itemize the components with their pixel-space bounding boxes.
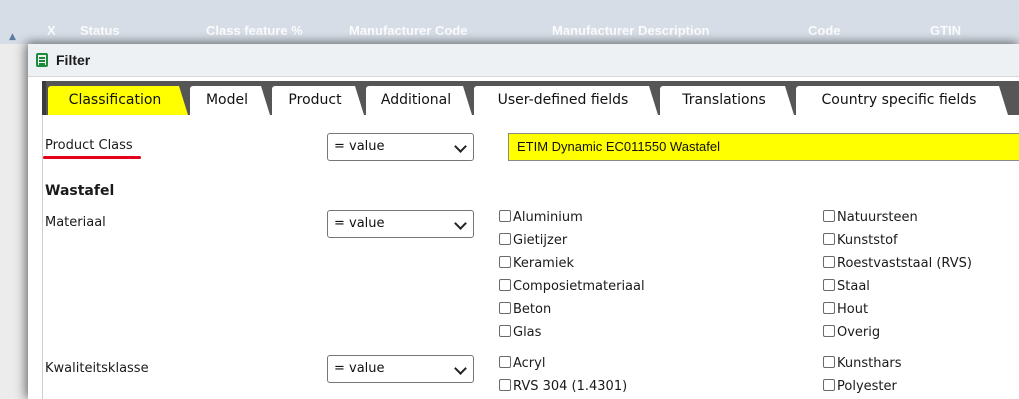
product-class-underline xyxy=(43,156,141,159)
option-kunststof[interactable]: Kunststof xyxy=(823,233,898,248)
product-class-value-field[interactable]: ETIM Dynamic EC011550 Wastafel xyxy=(508,133,1019,161)
option-label: Natuursteen xyxy=(837,210,918,225)
tab-translations[interactable]: Translations xyxy=(660,86,794,115)
option-label: Polyester xyxy=(837,379,897,394)
sort-up-icon: ▲ xyxy=(9,32,16,42)
option-keramiek[interactable]: Keramiek xyxy=(499,256,574,271)
background-grid-rows: ▲ xyxy=(0,32,29,399)
option-label: Kunsthars xyxy=(837,356,902,371)
grid-col-x[interactable]: X xyxy=(47,23,56,38)
checkbox[interactable] xyxy=(823,279,835,291)
option-rvs-304[interactable]: RVS 304 (1.4301) xyxy=(499,379,627,394)
checkbox[interactable] xyxy=(823,302,835,314)
checkbox[interactable] xyxy=(823,379,835,391)
option-beton[interactable]: Beton xyxy=(499,302,551,317)
checkbox[interactable] xyxy=(499,325,511,337)
option-label: Gietijzer xyxy=(513,233,568,248)
option-label: Acryl xyxy=(513,356,546,371)
filter-form-icon xyxy=(36,53,48,67)
tab-bar-edge xyxy=(42,81,46,115)
option-overig[interactable]: Overig xyxy=(823,325,880,340)
tab-additional[interactable]: Additional xyxy=(366,86,472,115)
option-label: Beton xyxy=(513,302,552,317)
checkbox[interactable] xyxy=(823,256,835,268)
option-label: RVS 304 (1.4301) xyxy=(513,379,628,394)
materiaal-operator-select[interactable]: = value xyxy=(327,210,474,238)
chevron-down-icon xyxy=(454,140,467,153)
option-aluminium[interactable]: Aluminium xyxy=(499,210,583,225)
grid-col-status[interactable]: Status xyxy=(80,23,120,38)
option-label: Keramiek xyxy=(513,256,574,271)
chevron-down-icon xyxy=(454,217,467,230)
option-label: Staal xyxy=(837,279,870,294)
tab-country-specific-fields[interactable]: Country specific fields xyxy=(796,86,1008,115)
checkbox[interactable] xyxy=(823,233,835,245)
tab-product[interactable]: Product xyxy=(272,86,364,115)
chevron-down-icon xyxy=(454,362,467,375)
option-staal[interactable]: Staal xyxy=(823,279,870,294)
kwaliteitsklasse-operator-value: = value xyxy=(334,361,385,376)
checkbox[interactable] xyxy=(499,279,511,291)
product-class-label: Product Class xyxy=(45,138,133,153)
kwaliteitsklasse-operator-select[interactable]: = value xyxy=(327,355,474,383)
option-label: Composietmateriaal xyxy=(513,279,645,294)
option-label: Glas xyxy=(513,325,542,340)
kwaliteitsklasse-label: Kwaliteitsklasse xyxy=(45,361,149,376)
materiaal-operator-value: = value xyxy=(334,216,385,231)
classification-panel: Product Class = value ETIM Dynamic EC011… xyxy=(42,115,1019,399)
option-label: Kunststof xyxy=(837,233,898,248)
grid-col-gtin[interactable]: GTIN xyxy=(930,23,961,38)
tab-model[interactable]: Model xyxy=(190,86,270,115)
checkbox[interactable] xyxy=(499,256,511,268)
section-title: Wastafel xyxy=(45,183,115,199)
checkbox[interactable] xyxy=(823,325,835,337)
filter-dialog: Filter Classification Model Product Addi… xyxy=(28,44,1019,399)
dialog-titlebar: Filter xyxy=(28,44,1019,77)
option-composietmateriaal[interactable]: Composietmateriaal xyxy=(499,279,645,294)
product-class-operator-value: = value xyxy=(334,139,385,154)
option-polyester[interactable]: Polyester xyxy=(823,379,897,394)
option-label: Hout xyxy=(837,302,869,317)
background-grid-header: X Status Class feature % Manufacturer Co… xyxy=(0,0,1019,44)
materiaal-label: Materiaal xyxy=(45,215,106,230)
option-label: Roestvaststaal (RVS) xyxy=(837,256,972,271)
checkbox[interactable] xyxy=(499,210,511,222)
checkbox[interactable] xyxy=(499,233,511,245)
option-kunsthars[interactable]: Kunsthars xyxy=(823,356,902,371)
grid-col-manufacturer-code[interactable]: Manufacturer Code xyxy=(349,23,467,38)
checkbox[interactable] xyxy=(499,302,511,314)
product-class-operator-select[interactable]: = value xyxy=(327,133,474,161)
tab-bar: Classification Model Product Additional … xyxy=(42,81,1019,115)
option-hout[interactable]: Hout xyxy=(823,302,868,317)
checkbox[interactable] xyxy=(499,356,511,368)
checkbox[interactable] xyxy=(823,210,835,222)
option-label: Overig xyxy=(837,325,881,340)
grid-col-manufacturer-description[interactable]: Manufacturer Description xyxy=(552,23,709,38)
dialog-title: Filter xyxy=(56,52,91,68)
option-label: Aluminium xyxy=(513,210,583,225)
option-acryl[interactable]: Acryl xyxy=(499,356,545,371)
checkbox[interactable] xyxy=(499,379,511,391)
option-gietijzer[interactable]: Gietijzer xyxy=(499,233,567,248)
grid-col-code[interactable]: Code xyxy=(808,23,841,38)
tab-classification[interactable]: Classification xyxy=(48,86,188,115)
tab-user-defined-fields[interactable]: User-defined fields xyxy=(474,86,658,115)
checkbox[interactable] xyxy=(823,356,835,368)
option-natuursteen[interactable]: Natuursteen xyxy=(823,210,918,225)
option-glas[interactable]: Glas xyxy=(499,325,541,340)
grid-col-class-feature[interactable]: Class feature % xyxy=(206,23,303,38)
option-roestvaststaal[interactable]: Roestvaststaal (RVS) xyxy=(823,256,972,271)
